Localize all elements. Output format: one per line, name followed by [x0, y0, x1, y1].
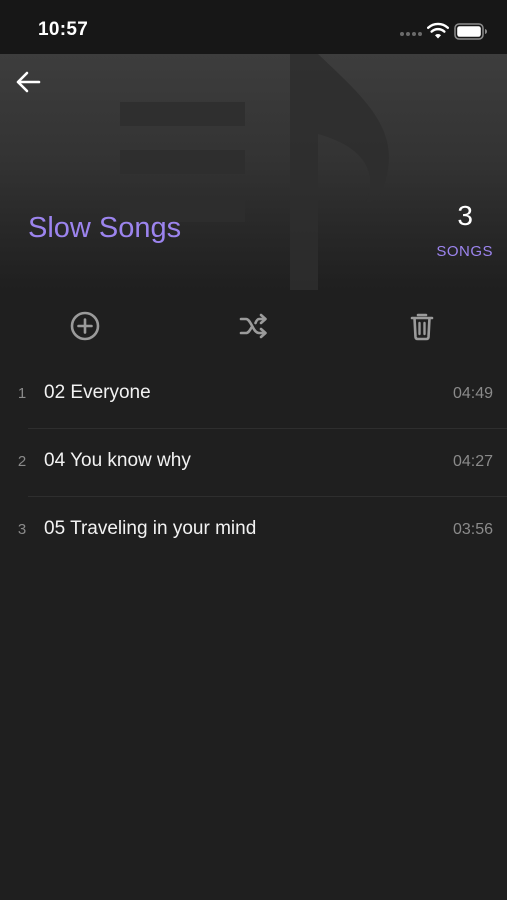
track-title: 04 You know why: [44, 450, 191, 471]
action-bar: [0, 300, 507, 348]
track-number: 1: [17, 385, 27, 402]
track-row[interactable]: 2 04 You know why 04:27: [0, 428, 507, 496]
track-list: 1 02 Everyone 04:49 2 04 You know why 04…: [0, 360, 507, 564]
track-row[interactable]: 3 05 Traveling in your mind 03:56: [0, 496, 507, 564]
song-count-label: SONGS: [436, 243, 493, 260]
shuffle-icon: [239, 313, 267, 339]
track-row[interactable]: 1 02 Everyone 04:49: [0, 360, 507, 428]
status-time: 10:57: [38, 19, 89, 40]
back-button[interactable]: [12, 68, 44, 96]
track-number: 2: [17, 453, 27, 470]
track-number: 3: [17, 521, 27, 538]
signal-icon: [400, 32, 422, 36]
track-title: 05 Traveling in your mind: [44, 518, 257, 539]
arrow-left-icon: [16, 71, 41, 93]
add-song-button[interactable]: [65, 306, 105, 346]
plus-circle-icon: [70, 311, 100, 341]
battery-icon: [454, 23, 487, 40]
wifi-icon: [427, 22, 449, 39]
shuffle-button[interactable]: [234, 306, 274, 346]
status-bar: 10:57: [0, 0, 507, 54]
track-title: 02 Everyone: [44, 382, 151, 403]
music-note-icon: [120, 54, 389, 290]
playlist-title: Slow Songs: [28, 212, 182, 244]
track-duration: 04:49: [452, 385, 493, 402]
trash-icon: [410, 313, 434, 341]
track-duration: 03:56: [452, 521, 493, 538]
delete-playlist-button[interactable]: [402, 306, 442, 346]
playlist-header: Slow Songs 3 SONGS: [0, 54, 507, 290]
song-count: 3: [457, 200, 473, 231]
track-duration: 04:27: [452, 453, 493, 470]
